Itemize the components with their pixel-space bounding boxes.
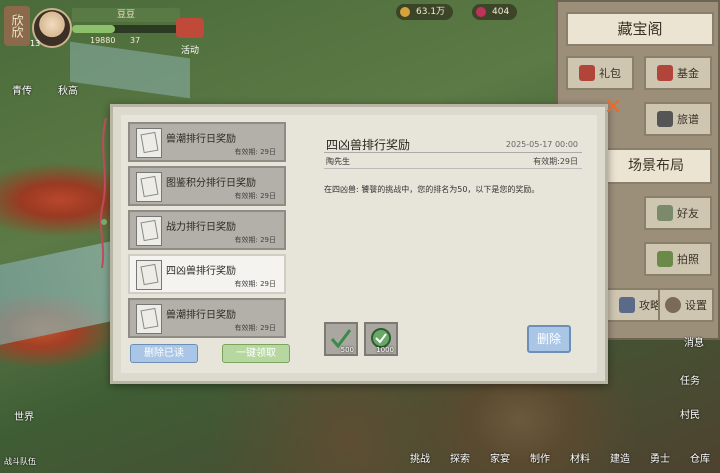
settings-button[interactable]: 设置 [658,288,714,322]
treasure-title[interactable]: 藏宝阁 [566,12,714,46]
bottom-nav: 挑战 探索 家宴 制作 材料 建造 勇士 仓库 [400,428,720,473]
gear-icon [665,297,681,313]
nav-warehouse[interactable]: 仓库 [680,428,720,473]
delete-read-button[interactable]: 删除已读 [130,344,198,363]
claim-all-button[interactable]: 一键领取 [222,344,290,363]
gem-resource: 404 [472,4,518,20]
friend-button[interactable]: 好友 [644,196,712,230]
photo-label: 拍照 [677,253,699,266]
task-button[interactable]: 任务 [680,372,700,387]
coin-value: 63.1万 [416,7,446,17]
nav-craft[interactable]: 制作 [520,428,560,473]
close-icon[interactable]: ✕ [602,97,624,120]
mail-item[interactable]: 图鉴积分排行日奖励 有效期: 29日 [128,166,286,206]
reward-qty: 500 [340,346,354,354]
reward-item[interactable]: 1000 [364,322,398,356]
gift-pack-button[interactable]: 礼包 [566,56,634,90]
detail-date: 2025-05-17 00:00 [505,140,578,149]
envelope-icon [136,304,162,334]
coin-resource: 63.1万 [396,4,454,20]
envelope-icon [136,216,162,246]
player-name: 豆豆 [72,8,180,22]
settings-label: 设置 [685,299,707,312]
nav-explore[interactable]: 探索 [440,428,480,473]
delete-button[interactable]: 删除 [527,325,571,353]
travel-label: 旅谱 [677,113,699,126]
side-item-2[interactable]: 秋高 [58,82,78,97]
ribbon-decoration [99,118,107,268]
fund-icon [657,65,673,81]
nav-build[interactable]: 建造 [600,428,640,473]
message-button[interactable]: 消息 [684,334,704,349]
power-value: 19880 [90,36,116,45]
gift-icon [579,65,595,81]
detail-sender: 陶先生 [326,157,350,166]
exp-bar [72,25,180,33]
mail-validity: 有效期: 29日 [234,192,277,200]
mail-item[interactable]: 兽潮排行日奖励 有效期: 29日 [128,298,286,338]
mail-title: 兽潮排行日奖励 [166,134,236,145]
activity-label: 活动 [180,46,199,56]
mail-title: 战力排行日奖励 [166,222,236,233]
friend-label: 好友 [677,207,699,220]
mail-item[interactable]: 兽潮排行日奖励 有效期: 29日 [128,122,286,162]
divider [324,152,582,153]
reward-item[interactable]: 500 [324,322,358,356]
detail-title: 四凶兽排行奖励 [326,138,411,152]
mail-item-selected[interactable]: 四凶兽排行奖励 有效期: 29日 [128,254,286,294]
mail-validity: 有效期: 29日 [234,236,277,244]
guide-icon [619,297,635,313]
villager-button[interactable]: 村民 [680,406,700,421]
fund-label: 基金 [677,67,699,80]
scene-layout-button[interactable]: 场景布局 [600,148,712,184]
mail-validity: 有效期: 29日 [234,324,277,332]
activity-icon [176,18,204,38]
mail-title: 兽潮排行日奖励 [166,310,236,321]
pop-value: 37 [130,36,141,45]
gem-icon [476,7,486,17]
friend-icon [657,205,673,221]
photo-icon [657,251,673,267]
side-item-1[interactable]: 青传 [12,82,32,97]
mail-validity: 有效期: 29日 [234,280,277,288]
detail-validity: 有效期:29日 [533,157,578,166]
nav-materials[interactable]: 材料 [560,428,600,473]
envelope-icon [136,260,162,290]
divider [324,168,582,169]
chat-channel[interactable]: 战斗队伍 [4,456,36,467]
fund-button[interactable]: 基金 [644,56,712,90]
reward-qty: 1000 [376,346,394,354]
gift-label: 礼包 [599,67,621,80]
nav-challenge[interactable]: 挑战 [400,428,440,473]
mail-title: 四凶兽排行奖励 [166,266,236,277]
world-button[interactable]: 世界 [14,408,34,423]
gem-value: 404 [492,7,510,17]
book-icon [657,111,673,127]
mail-list: 兽潮排行日奖励 有效期: 29日 图鉴积分排行日奖励 有效期: 29日 战力排行… [126,122,290,340]
detail-body: 在四凶兽: 饕餮的挑战中，您的排名为50，以下是您的奖励。 [324,185,540,194]
activity-button[interactable]: 活动 [170,18,210,56]
mail-item[interactable]: 战力排行日奖励 有效期: 29日 [128,210,286,250]
travel-button[interactable]: 旅谱 [644,102,712,136]
photo-button[interactable]: 拍照 [644,242,712,276]
mail-validity: 有效期: 29日 [234,148,277,156]
envelope-icon [136,128,162,158]
player-level: 13 [30,39,41,48]
coin-icon [400,7,410,17]
vip-badge[interactable]: 欣欣 [4,6,30,46]
nav-warrior[interactable]: 勇士 [640,428,680,473]
envelope-icon [136,172,162,202]
nav-feast[interactable]: 家宴 [480,428,520,473]
mail-title: 图鉴积分排行日奖励 [166,178,256,189]
